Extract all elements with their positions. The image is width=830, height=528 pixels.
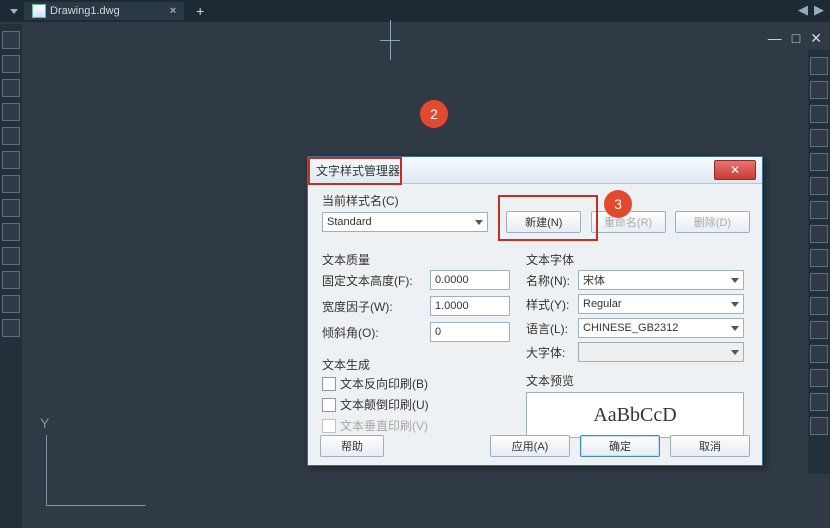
upsidedown-checkbox[interactable] (322, 398, 336, 412)
tool-icon[interactable] (810, 105, 828, 123)
bigfont-select (578, 342, 744, 362)
child-window-controls: — □ ✕ (768, 30, 822, 47)
ok-button[interactable]: 确定 (580, 435, 660, 457)
chevron-down-icon (731, 278, 739, 283)
tool-icon[interactable] (2, 127, 20, 145)
preview-box: AaBbCcD (526, 392, 744, 438)
annotation-badge-3: 3 (604, 190, 632, 218)
doc-icon (32, 4, 46, 18)
tool-icon[interactable] (810, 81, 828, 99)
tool-icon[interactable] (810, 393, 828, 411)
viewport-arrows: ◀ ▶ (798, 2, 824, 18)
font-lang-select[interactable]: CHINESE_GB2312 (578, 318, 744, 338)
close-icon: ✕ (730, 163, 740, 177)
font-name-label: 名称(N): (526, 272, 578, 289)
child-maximize-icon[interactable]: □ (792, 30, 800, 47)
tool-icon[interactable] (810, 297, 828, 315)
current-style-value: Standard (327, 216, 372, 228)
tool-icon[interactable] (2, 79, 20, 97)
tool-icon[interactable] (810, 321, 828, 339)
upsidedown-label: 文本颠倒印刷(U) (340, 396, 429, 413)
new-style-button[interactable]: 新建(N) (506, 211, 581, 233)
tool-icon[interactable] (810, 249, 828, 267)
tab-add-icon[interactable]: + (196, 3, 204, 19)
child-minimize-icon[interactable]: — (768, 30, 782, 47)
width-factor-field[interactable]: 1.0000 (430, 296, 510, 316)
text-style-dialog: 文字样式管理器 ✕ 当前样式名(C) Standard 新建(N) 重命名(R)… (307, 156, 763, 466)
chevron-down-icon (475, 220, 483, 225)
font-style-select[interactable]: Regular (578, 294, 744, 314)
dialog-titlebar[interactable]: 文字样式管理器 ✕ (308, 157, 762, 184)
tool-icon[interactable] (810, 129, 828, 147)
generation-section-title: 文本生成 (322, 356, 512, 373)
right-toolbar (808, 50, 830, 474)
fixed-height-field[interactable]: 0.0000 (430, 270, 510, 290)
tool-icon[interactable] (810, 177, 828, 195)
tool-icon[interactable] (2, 175, 20, 193)
delete-style-button[interactable]: 删除(D) (675, 211, 750, 233)
tool-icon[interactable] (810, 153, 828, 171)
rename-style-button[interactable]: 重命名(R) (591, 211, 666, 233)
current-style-label: 当前样式名(C) (322, 192, 399, 209)
annotation-badge-2: 2 (420, 100, 448, 128)
width-factor-label: 宽度因子(W): (322, 298, 430, 315)
vertical-label: 文本垂直印刷(V) (340, 417, 428, 434)
backward-label: 文本反向印刷(B) (340, 375, 428, 392)
preview-text: AaBbCcD (593, 404, 676, 427)
tab-menu-icon[interactable] (10, 9, 18, 14)
vertical-checkbox (322, 419, 336, 433)
document-tab-bar: Drawing1.dwg × + (0, 0, 830, 22)
tool-icon[interactable] (2, 295, 20, 313)
tool-icon[interactable] (2, 151, 20, 169)
left-toolbar (0, 24, 22, 528)
tool-icon[interactable] (2, 271, 20, 289)
document-tab[interactable]: Drawing1.dwg × (24, 2, 184, 20)
tool-icon[interactable] (2, 223, 20, 241)
ucs-y-axis (46, 435, 47, 505)
arrow-left-icon[interactable]: ◀ (798, 2, 808, 18)
tool-icon[interactable] (2, 55, 20, 73)
tool-icon[interactable] (2, 31, 20, 49)
dialog-title: 文字样式管理器 (316, 162, 400, 179)
help-button[interactable]: 帮助 (320, 435, 384, 457)
document-tab-label: Drawing1.dwg (50, 5, 120, 17)
cancel-button[interactable]: 取消 (670, 435, 750, 457)
current-style-select[interactable]: Standard (322, 212, 488, 232)
font-style-label: 样式(Y): (526, 296, 578, 313)
chevron-down-icon (731, 326, 739, 331)
backward-checkbox[interactable] (322, 377, 336, 391)
oblique-label: 倾斜角(O): (322, 324, 430, 341)
measure-section-title: 文本质量 (322, 251, 512, 268)
font-section-title: 文本字体 (526, 251, 744, 268)
tool-icon[interactable] (810, 201, 828, 219)
tool-icon[interactable] (2, 103, 20, 121)
bigfont-label: 大字体: (526, 344, 578, 361)
tool-icon[interactable] (810, 57, 828, 75)
chevron-down-icon (731, 350, 739, 355)
tool-icon[interactable] (810, 225, 828, 243)
fixed-height-label: 固定文本高度(F): (322, 272, 430, 289)
chevron-down-icon (731, 302, 739, 307)
tool-icon[interactable] (2, 319, 20, 337)
tool-icon[interactable] (2, 199, 20, 217)
tool-icon[interactable] (810, 273, 828, 291)
font-name-select[interactable]: 宋体 (578, 270, 744, 290)
ucs-y-label: Y (40, 415, 49, 431)
tab-close-icon[interactable]: × (170, 5, 176, 17)
tool-icon[interactable] (810, 417, 828, 435)
tool-icon[interactable] (2, 247, 20, 265)
arrow-right-icon[interactable]: ▶ (814, 2, 824, 18)
font-lang-label: 语言(L): (526, 320, 578, 337)
child-close-icon[interactable]: ✕ (810, 30, 822, 47)
tool-icon[interactable] (810, 345, 828, 363)
ucs-x-axis (46, 505, 146, 506)
oblique-field[interactable]: 0 (430, 322, 510, 342)
tool-icon[interactable] (810, 369, 828, 387)
preview-section-title: 文本预览 (526, 372, 744, 389)
cursor-crosshair (390, 20, 391, 60)
apply-button[interactable]: 应用(A) (490, 435, 570, 457)
dialog-close-button[interactable]: ✕ (714, 160, 756, 180)
